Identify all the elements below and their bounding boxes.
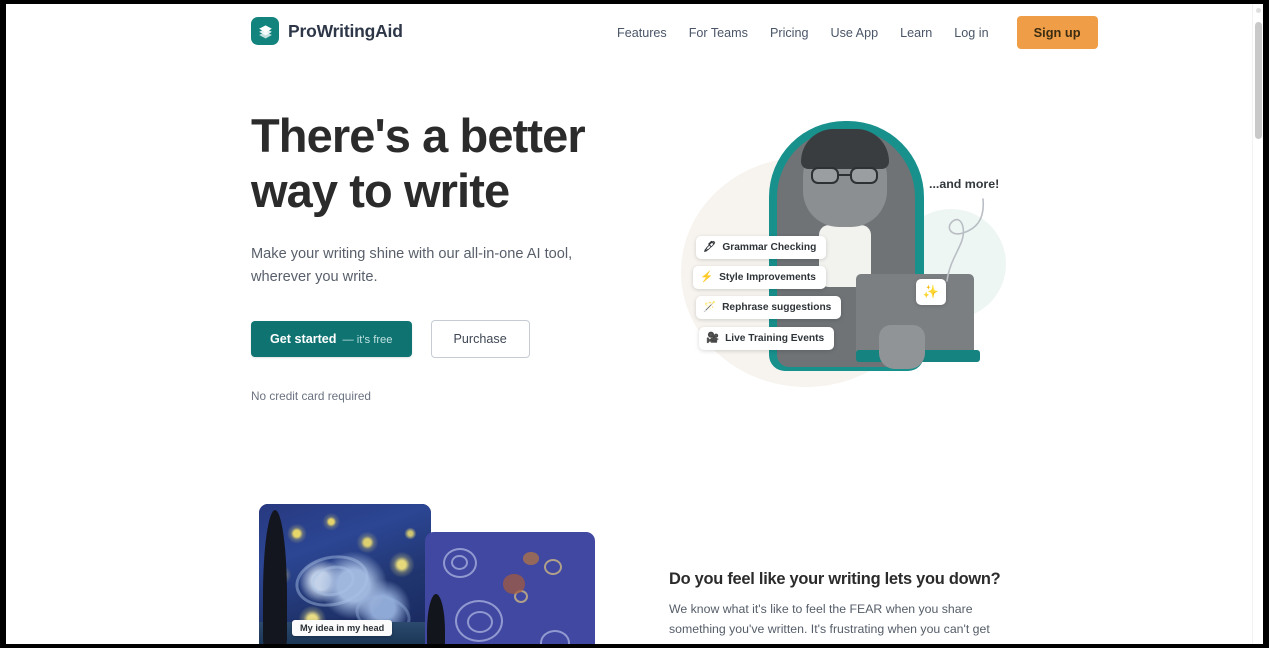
feature-chip-label: Live Training Events: [725, 333, 825, 344]
site-header: ProWritingAid Features For Teams Pricing…: [6, 4, 1252, 61]
get-started-label: Get started: [270, 331, 337, 346]
hero-cta-row: Get started — it's free Purchase: [251, 319, 651, 358]
lower-copy-block: Do you feel like your writing lets you d…: [669, 570, 1014, 644]
brand-logo-link[interactable]: ProWritingAid: [251, 17, 403, 45]
wand-icon: 🪄: [703, 301, 717, 314]
feature-chip-style-improvements[interactable]: ⚡ Style Improvements: [693, 266, 826, 289]
and-more-label: ...and more!: [929, 177, 1000, 191]
hero-illustration: 🖋 Grammar Checking ⚡ Style Improvements …: [671, 99, 1021, 399]
feature-chip-label: Grammar Checking: [722, 242, 817, 253]
nav-link-pricing[interactable]: Pricing: [759, 20, 820, 46]
sparkle-icon: ✨: [916, 279, 946, 305]
section-title: Do you feel like your writing lets you d…: [669, 570, 1001, 588]
glasses-lens-right: [850, 167, 878, 184]
get-started-button[interactable]: Get started — it's free: [251, 320, 412, 357]
feature-chip-label: Style Improvements: [719, 272, 816, 283]
camera-icon: 🎥: [706, 332, 720, 345]
section-body-text: We know what it's like to feel the FEAR …: [669, 602, 990, 644]
nav-link-for-teams[interactable]: For Teams: [678, 20, 759, 46]
feature-chip-label: Rephrase suggestions: [722, 302, 832, 313]
hero-subtitle: Make your writing shine with our all-in-…: [251, 245, 573, 286]
starry-night-painting-image: My idea in my head: [259, 504, 431, 644]
person-hair: [801, 129, 889, 169]
glasses-lens-left: [811, 167, 839, 184]
feature-chip-live-training-events[interactable]: 🎥 Live Training Events: [699, 327, 835, 350]
spiral-outline: [451, 555, 468, 570]
simplified-painting-image: [425, 532, 595, 644]
page-title: There's a better way to write: [251, 109, 586, 218]
curly-arrow-icon: [946, 198, 985, 282]
person-hand: [879, 325, 925, 369]
stacked-pages-icon: [251, 17, 279, 45]
bolt-icon: ⚡: [700, 271, 714, 284]
page-scrollbar[interactable]: [1252, 4, 1263, 644]
browser-frame: ProWritingAid Features For Teams Pricing…: [6, 4, 1263, 644]
main-navigation: Features For Teams Pricing Use App Learn…: [606, 4, 1098, 61]
nav-link-use-app[interactable]: Use App: [819, 20, 889, 46]
paint-blot: [523, 552, 539, 565]
scrollbar-thumb[interactable]: [1255, 22, 1262, 139]
glasses-bridge: [839, 174, 850, 177]
image-caption-badge: My idea in my head: [292, 620, 393, 636]
pen-icon: 🖋: [703, 241, 717, 254]
purchase-button[interactable]: Purchase: [430, 319, 530, 358]
scrollbar-top-marker: [1256, 8, 1261, 13]
glasses-icon: [809, 167, 881, 184]
brand-name: ProWritingAid: [288, 20, 403, 41]
hero-copy-block: There's a better way to write Make your …: [251, 108, 651, 403]
no-credit-card-note: No credit card required: [251, 388, 371, 403]
nav-link-features[interactable]: Features: [606, 20, 678, 46]
cypress-tree: [427, 594, 445, 644]
nav-link-log-in[interactable]: Log in: [943, 20, 999, 46]
paint-blot: [503, 574, 525, 594]
get-started-sublabel: — it's free: [342, 333, 393, 346]
page-viewport: ProWritingAid Features For Teams Pricing…: [6, 4, 1252, 644]
spiral-outline: [467, 611, 493, 633]
spiral-outline: [544, 559, 562, 575]
spiral-outline: [540, 630, 570, 644]
sign-up-button[interactable]: Sign up: [1016, 16, 1098, 49]
feature-chip-grammar-checking[interactable]: 🖋 Grammar Checking: [696, 236, 827, 259]
nav-link-learn[interactable]: Learn: [889, 20, 943, 46]
feature-chip-rephrase-suggestions[interactable]: 🪄 Rephrase suggestions: [696, 296, 842, 319]
